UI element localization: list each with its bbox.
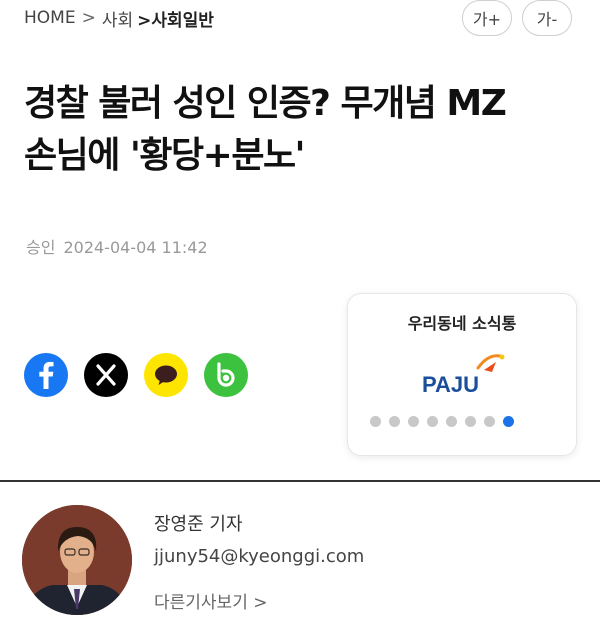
reporter-email[interactable]: jjuny54@kyeonggi.com — [154, 546, 364, 567]
font-size-increase-button[interactable]: 가+ — [462, 0, 512, 36]
carousel-dot[interactable] — [408, 416, 419, 427]
facebook-share-button[interactable] — [24, 353, 68, 397]
carousel-dot[interactable] — [484, 416, 495, 427]
share-bar — [24, 353, 264, 397]
kakaotalk-share-button[interactable] — [144, 353, 188, 397]
carousel-dot[interactable] — [503, 416, 514, 427]
article-meta: 승인 2024-04-04 11:42 — [26, 234, 208, 258]
paju-logo: PAJU — [422, 354, 505, 397]
page-title: 경찰 불러 성인 인증? 무개념 MZ 손님에 '황당+분노' — [24, 78, 584, 182]
carousel-pagination — [370, 416, 522, 427]
local-news-widget[interactable]: 우리동네 소식통 PAJU — [347, 293, 577, 456]
facebook-icon — [39, 361, 54, 389]
breadcrumb-separator: > — [81, 8, 96, 28]
carousel-dot[interactable] — [446, 416, 457, 427]
reporter-portrait-icon — [22, 505, 132, 615]
paju-logo-text: PAJU — [422, 372, 479, 397]
band-icon — [217, 362, 235, 387]
font-size-decrease-button[interactable]: 가- — [522, 0, 572, 36]
more-articles-link[interactable]: 다른기사보기 > — [154, 588, 268, 613]
carousel-dot[interactable] — [389, 416, 400, 427]
carousel-dot[interactable] — [427, 416, 438, 427]
breadcrumb-home[interactable]: HOME — [24, 8, 76, 28]
publish-datetime: 2024-04-04 11:42 — [63, 238, 208, 257]
kakaotalk-icon — [155, 365, 177, 385]
breadcrumb-section[interactable]: 사회 — [102, 6, 133, 31]
x-icon — [96, 364, 116, 386]
headline-line-2: 손님에 '황당+분노' — [24, 135, 306, 176]
reporter-name: 장영준 기자 — [154, 514, 243, 535]
carousel-dot[interactable] — [465, 416, 476, 427]
local-news-title: 우리동네 소식통 — [407, 314, 517, 333]
section-divider — [0, 480, 600, 482]
breadcrumb-current[interactable]: >사회일반 — [137, 6, 214, 31]
carousel-dot[interactable] — [370, 416, 381, 427]
reporter-avatar — [22, 505, 132, 615]
breadcrumb: HOME > 사회 >사회일반 — [24, 6, 214, 31]
x-share-button[interactable] — [84, 353, 128, 397]
headline-line-1: 경찰 불러 성인 인증? 무개념 MZ — [24, 83, 507, 124]
band-share-button[interactable] — [204, 353, 248, 397]
approval-status: 승인 — [26, 238, 56, 257]
